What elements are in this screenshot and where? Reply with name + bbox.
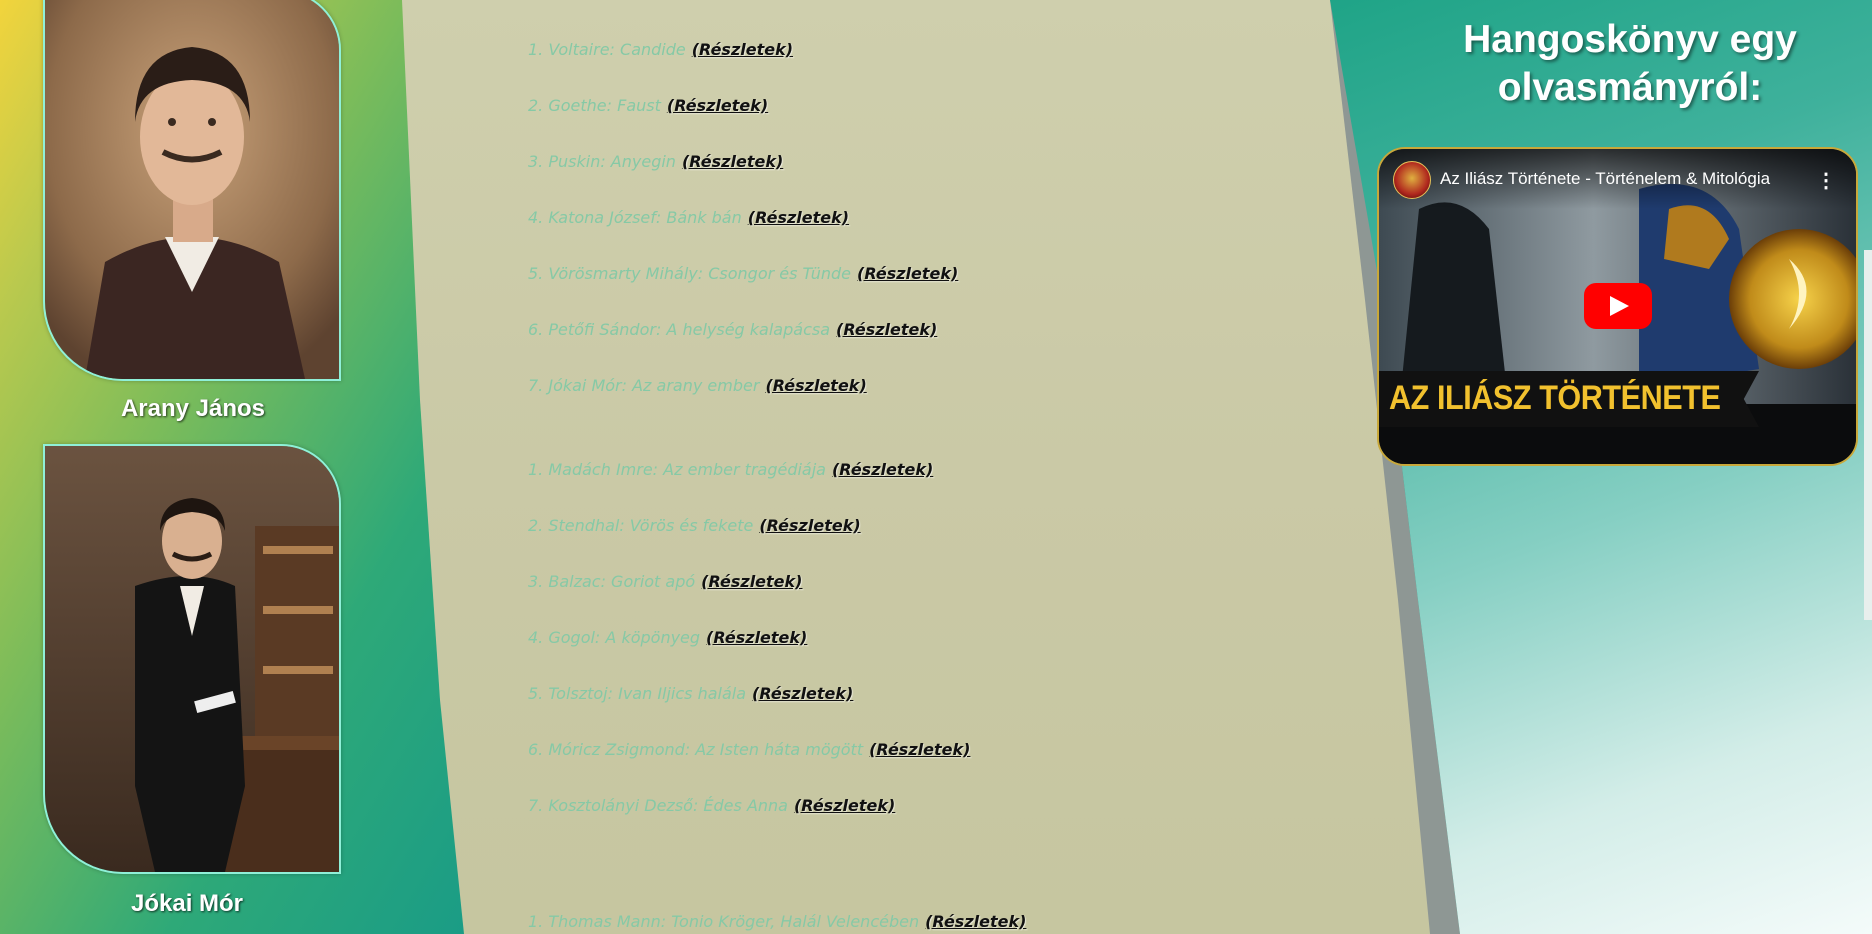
author-portrait-jokai [43, 444, 341, 874]
more-vert-icon[interactable]: ⋮ [1816, 168, 1836, 193]
book-title: 3. Balzac: Goriot apó [528, 572, 696, 591]
book-title: 7. Jókai Mór: Az arany ember [528, 376, 760, 395]
video-title[interactable]: Az Iliász Története - Történelem & Mitol… [1440, 169, 1770, 189]
details-link[interactable]: (Részletek) [765, 376, 866, 395]
book-title: 3. Puskin: Anyegin [528, 152, 676, 171]
book-title: 4. Gogol: A köpönyeg [528, 628, 701, 647]
details-link[interactable]: (Részletek) [682, 152, 783, 171]
details-link[interactable]: (Részletek) [794, 796, 895, 815]
list-item: 4. Gogol: A köpönyeg (Részletek) [528, 628, 807, 647]
book-title: 1. Voltaire: Candide [528, 40, 686, 59]
details-link[interactable]: (Részletek) [857, 264, 958, 283]
list-item: 6. Móricz Zsigmond: Az Isten háta mögött… [528, 740, 970, 759]
scrollbar[interactable] [1864, 250, 1872, 620]
channel-avatar-icon[interactable] [1393, 161, 1431, 199]
details-link[interactable]: (Részletek) [667, 96, 768, 115]
thumbnail-banner-text: AZ ILIÁSZ TÖRTÉNETE [1389, 379, 1721, 417]
details-link[interactable]: (Részletek) [706, 628, 807, 647]
author-name-arany: Arany János [120, 395, 266, 422]
book-title: 1. Thomas Mann: Tonio Kröger, Halál Vele… [528, 912, 920, 931]
author-portrait-arany [43, 0, 341, 381]
book-title: 5. Tolsztoj: Ivan Iljics halála [528, 684, 747, 703]
details-link[interactable]: (Részletek) [692, 40, 793, 59]
youtube-play-icon[interactable] [1584, 283, 1652, 329]
book-title: 4. Katona József: Bánk bán [528, 208, 742, 227]
youtube-video-embed[interactable]: Az Iliász Története - Történelem & Mitol… [1377, 147, 1858, 466]
list-item: 3. Balzac: Goriot apó (Részletek) [528, 572, 802, 591]
list-item: 2. Goethe: Faust (Részletek) [528, 96, 768, 115]
list-item: 6. Petőfi Sándor: A helység kalapácsa (Ré… [528, 320, 937, 339]
list-item: 3. Puskin: Anyegin (Részletek) [528, 152, 783, 171]
audiobook-heading: Hangoskönyv egy olvasmányról: [1463, 18, 1797, 109]
details-link[interactable]: (Részletek) [759, 516, 860, 535]
list-item: 2. Stendhal: Vörös és fekete (Részletek) [528, 516, 861, 535]
book-title: 1. Madách Imre: Az ember tragédiája [528, 460, 826, 479]
book-title: 6. Móricz Zsigmond: Az Isten háta mögött [528, 740, 864, 759]
details-link[interactable]: (Részletek) [752, 684, 853, 703]
details-link[interactable]: (Részletek) [869, 740, 970, 759]
list-item: 1. Thomas Mann: Tonio Kröger, Halál Vele… [528, 912, 1026, 931]
list-item: 1. Voltaire: Candide (Részletek) [528, 40, 793, 59]
list-item: 5. Tolsztoj: Ivan Iljics halála (Részlete… [528, 684, 853, 703]
details-link[interactable]: (Részletek) [832, 460, 933, 479]
details-link[interactable]: (Részletek) [748, 208, 849, 227]
book-title: 5. Vörösmarty Mihály: Csongor és Tünde [528, 264, 851, 283]
book-title: 6. Petőfi Sándor: A helység kalapácsa [528, 320, 830, 339]
list-item: 5. Vörösmarty Mihály: Csongor és Tünde (R… [528, 264, 958, 283]
details-link[interactable]: (Részletek) [836, 320, 937, 339]
book-title: 7. Kosztolányi Dezső: Édes Anna [528, 796, 788, 815]
details-link[interactable]: (Részletek) [925, 912, 1026, 931]
author-name-jokai: Jókai Mór [130, 890, 244, 917]
details-link[interactable]: (Részletek) [701, 572, 802, 591]
list-item: 4. Katona József: Bánk bán (Részletek) [528, 208, 849, 227]
book-title: 2. Stendhal: Vörös és fekete [528, 516, 754, 535]
list-item: 7. Jókai Mór: Az arany ember (Részletek) [528, 376, 867, 395]
book-title: 2. Goethe: Faust [528, 96, 661, 115]
list-item: 7. Kosztolányi Dezső: Édes Anna (Részlete… [528, 796, 895, 815]
list-item: 1. Madách Imre: Az ember tragédiája (Rész… [528, 460, 933, 479]
